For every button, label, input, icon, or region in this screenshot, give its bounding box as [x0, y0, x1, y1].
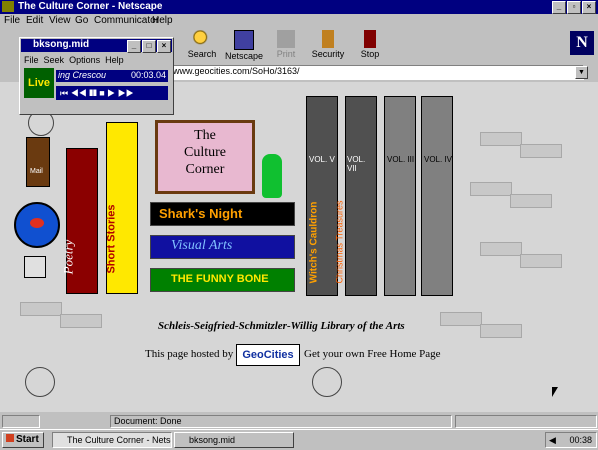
status-tray — [455, 415, 597, 428]
short-stories-link[interactable]: Short Stories — [106, 122, 138, 294]
geocities-link[interactable]: GeoCities — [236, 344, 300, 366]
vase-image — [262, 154, 282, 198]
menu-help[interactable]: Help — [152, 15, 173, 26]
spiderweb-image — [312, 367, 342, 397]
brick-decor — [520, 144, 562, 158]
netscape-icon — [234, 30, 254, 50]
minimize-button[interactable]: _ — [552, 1, 566, 14]
netscape-app-icon — [2, 1, 14, 12]
stop-button-player[interactable]: ■ — [99, 88, 104, 98]
player-menu-options[interactable]: Options — [69, 55, 100, 65]
window-title: The Culture Corner - Netscape — [18, 1, 163, 12]
volume-vii-link[interactable]: VOL. VII Christmas Treasures — [335, 96, 377, 296]
player-menu-seek[interactable]: Seek — [44, 55, 65, 65]
menu-bar: File Edit View Go Communicator Help — [0, 14, 598, 28]
media-player-window: bksong.mid _ □ × File Seek Options Help … — [19, 37, 174, 115]
brick-decor — [480, 242, 522, 256]
menu-go[interactable]: Go — [75, 15, 88, 26]
search-button[interactable]: Search — [180, 30, 224, 59]
menu-view[interactable]: View — [49, 15, 71, 26]
menu-edit[interactable]: Edit — [26, 15, 43, 26]
start-button[interactable]: Start — [2, 432, 44, 448]
title-bar: The Culture Corner - Netscape _ ▫ × — [0, 0, 598, 14]
volume-iii-link[interactable]: VOL. III — [384, 96, 416, 296]
forward-button[interactable]: ▶▶ — [118, 88, 134, 98]
brick-decor — [60, 314, 102, 328]
player-maximize-button[interactable]: □ — [142, 40, 156, 53]
security-button[interactable]: Security — [306, 30, 350, 59]
windows-logo-icon — [6, 434, 14, 442]
netscape-logo[interactable]: N — [570, 31, 594, 55]
status-text-field: Document: Done — [110, 415, 452, 428]
player-logo: Live — [24, 68, 54, 98]
fishbowl-image[interactable] — [14, 202, 60, 248]
volume-v-link[interactable]: VOL. V Witch's Cauldron — [306, 96, 338, 296]
task-bksong[interactable]: bksong.mid — [174, 432, 294, 448]
taskbar: Start The Culture Corner - Netsc... bkso… — [0, 429, 598, 450]
stop-icon — [364, 30, 376, 48]
play-button[interactable]: ▶ — [107, 88, 115, 98]
sharks-night-link[interactable]: Shark's Night — [150, 202, 295, 226]
poetry-link[interactable]: Poetry — [60, 148, 98, 294]
player-menu-file[interactable]: File — [24, 55, 39, 65]
brick-decor — [480, 324, 522, 338]
funny-bone-link[interactable]: The Funny Bone — [150, 268, 295, 292]
media-player-title-bar: bksong.mid _ □ × — [21, 39, 172, 53]
mouse-cursor — [552, 387, 558, 397]
print-button[interactable]: Print — [264, 30, 308, 59]
spiderweb-image — [25, 367, 55, 397]
pause-button[interactable]: ❚❚ — [89, 88, 96, 98]
culture-corner-sign: The Culture Corner — [155, 120, 255, 194]
rewind-button[interactable]: ⏮ — [60, 88, 68, 98]
brick-decor — [520, 254, 562, 268]
status-bar: Document: Done — [0, 413, 598, 429]
hosted-by-text: This page hosted by — [145, 348, 234, 360]
volume-iv-link[interactable]: VOL. IV — [421, 96, 453, 296]
brick-decor — [470, 182, 512, 196]
lock-icon — [322, 30, 334, 48]
brick-decor — [20, 302, 62, 316]
brick-decor — [480, 132, 522, 146]
close-button[interactable]: × — [582, 1, 596, 14]
player-controls: ⏮ ◀◀ ❚❚ ■ ▶ ▶▶ — [56, 86, 168, 100]
visual-arts-link[interactable]: Visual Arts — [150, 235, 295, 259]
computer-image[interactable] — [24, 256, 46, 278]
free-home-page-link[interactable]: Get your own Free Home Page — [304, 348, 441, 360]
stop-button[interactable]: Stop — [348, 30, 392, 59]
task-netscape[interactable]: The Culture Corner - Netsc... — [52, 432, 172, 448]
print-icon — [277, 30, 295, 48]
mail-link[interactable]: Mail — [26, 137, 50, 187]
status-icons — [2, 415, 40, 428]
player-close-button[interactable]: × — [157, 40, 171, 53]
brick-decor — [440, 312, 482, 326]
speaker-icon[interactable]: ◀ — [549, 435, 556, 445]
menu-communicator[interactable]: Communicator — [94, 15, 159, 26]
menu-file[interactable]: File — [4, 15, 20, 26]
brick-decor — [510, 194, 552, 208]
library-title: Schleis-Seigfried-Schmitzler-Willig Libr… — [158, 320, 405, 332]
clock: 00:38 — [569, 435, 592, 445]
search-icon — [193, 30, 211, 48]
player-menu: File Seek Options Help — [24, 55, 124, 65]
location-input[interactable]: www.geocities.com/SoHo/3163/ — [170, 65, 584, 80]
player-display: ing Crescou 00:03.04 — [56, 70, 168, 82]
netscape-button[interactable]: Netscape — [222, 30, 266, 61]
player-menu-help[interactable]: Help — [105, 55, 124, 65]
previous-button[interactable]: ◀◀ — [71, 88, 87, 98]
player-minimize-button[interactable]: _ — [127, 40, 141, 53]
system-tray: ◀ 00:38 — [545, 432, 597, 448]
location-dropdown-button[interactable]: ▼ — [575, 66, 588, 79]
restore-button[interactable]: ▫ — [567, 1, 581, 14]
page-content: Mail Poetry Short Stories The Culture Co… — [0, 82, 598, 412]
